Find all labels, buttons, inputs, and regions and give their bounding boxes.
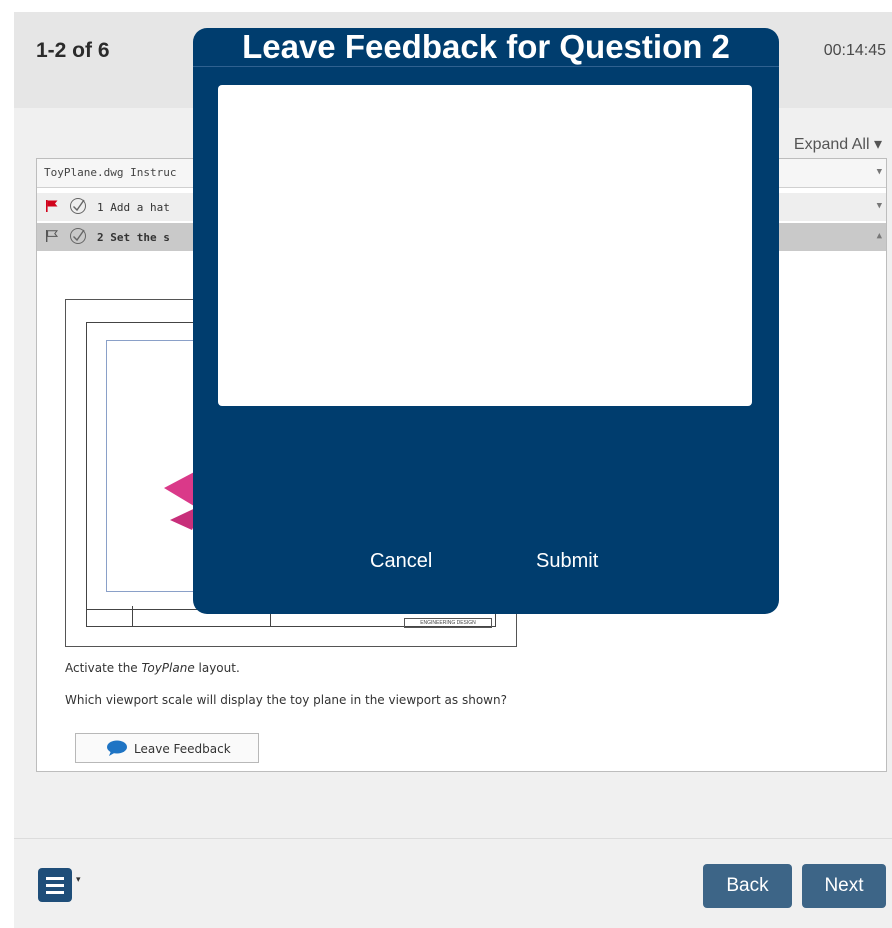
- question-row-label: 1 Add a hat: [97, 201, 170, 214]
- instruction-text: Activate the ToyPlane layout.: [65, 661, 240, 675]
- flag-outline-icon[interactable]: [45, 229, 59, 243]
- leave-feedback-label: Leave Feedback: [134, 742, 231, 756]
- next-button[interactable]: Next: [802, 864, 886, 908]
- menu-bar: [46, 884, 64, 887]
- instruction-layout-name: ToyPlane: [141, 661, 195, 675]
- hamburger-menu-icon[interactable]: [38, 868, 72, 902]
- feedback-textarea[interactable]: [218, 85, 752, 406]
- file-instructions-label: ToyPlane.dwg Instruc: [44, 166, 177, 179]
- submit-button[interactable]: Submit: [536, 550, 598, 573]
- question-row-label: 2 Set the s: [97, 231, 170, 244]
- flag-icon[interactable]: [45, 199, 59, 213]
- back-button[interactable]: Back: [703, 864, 792, 908]
- feedback-modal: Leave Feedback for Question 2 Cancel Sub…: [193, 28, 779, 614]
- expand-all-toggle[interactable]: Expand All ▾: [794, 134, 882, 154]
- cancel-button[interactable]: Cancel: [370, 550, 432, 573]
- modal-title: Leave Feedback for Question 2: [242, 28, 730, 65]
- modal-title-divider: [193, 66, 779, 67]
- chevron-down-icon: ▼: [876, 201, 882, 211]
- instruction-suffix: layout.: [194, 661, 240, 675]
- checkmark-icon: [70, 198, 86, 214]
- exam-timer: 00:14:45: [823, 42, 886, 59]
- menu-bar: [46, 877, 64, 880]
- menu-bar: [46, 891, 64, 894]
- question-progress: 1-2 of 6: [36, 39, 110, 62]
- footer-divider: [14, 838, 892, 839]
- chevron-down-icon: ▼: [876, 167, 882, 177]
- leave-feedback-button[interactable]: Leave Feedback: [75, 733, 259, 763]
- chevron-up-icon: ▲: [876, 231, 882, 241]
- chat-bubble-icon: [107, 740, 127, 756]
- title-block-label: ENGINEERING DESIGN: [404, 618, 492, 628]
- caret-down-icon[interactable]: ▾: [76, 874, 81, 885]
- question-prompt: Which viewport scale will display the to…: [65, 693, 507, 707]
- instruction-prefix: Activate the: [65, 661, 142, 675]
- title-block-divider: [132, 606, 133, 626]
- checkmark-icon: [70, 228, 86, 244]
